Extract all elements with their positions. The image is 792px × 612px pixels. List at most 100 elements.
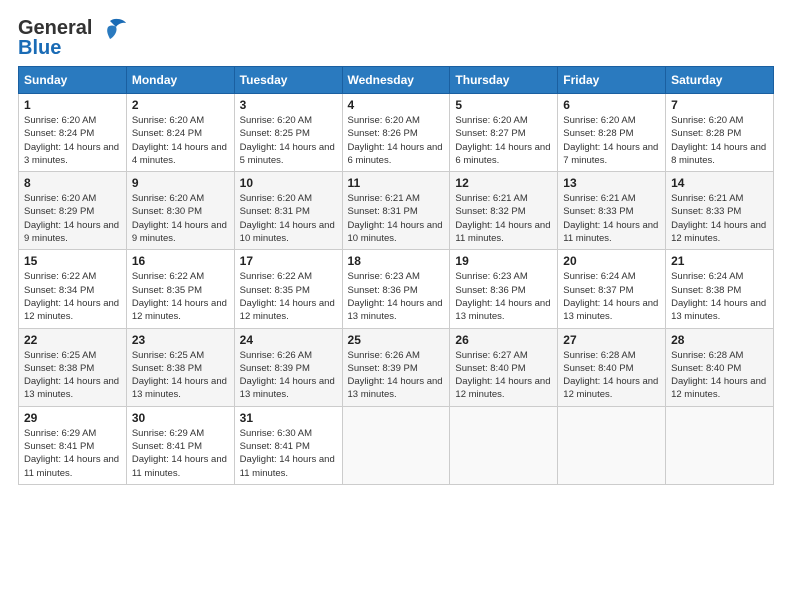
logo-general: General: [18, 17, 92, 39]
day-number: 18: [348, 254, 445, 268]
sunset-text: Sunset: 8:40 PM: [455, 362, 552, 375]
sunrise-text: Sunrise: 6:29 AM: [132, 427, 229, 440]
sunset-text: Sunset: 8:35 PM: [240, 284, 337, 297]
daylight-text: Daylight: 14 hours and 8 minutes.: [671, 141, 768, 168]
sunset-text: Sunset: 8:25 PM: [240, 127, 337, 140]
day-number: 8: [24, 176, 121, 190]
day-info: Sunrise: 6:28 AMSunset: 8:40 PMDaylight:…: [671, 349, 768, 402]
calendar-cell: 30Sunrise: 6:29 AMSunset: 8:41 PMDayligh…: [126, 406, 234, 484]
day-number: 25: [348, 333, 445, 347]
day-info: Sunrise: 6:29 AMSunset: 8:41 PMDaylight:…: [24, 427, 121, 480]
day-info: Sunrise: 6:29 AMSunset: 8:41 PMDaylight:…: [132, 427, 229, 480]
calendar-week-5: 29 Sunrise: 6:29 AMSunset: 8:41 PMDayligh…: [19, 406, 774, 484]
day-info: Sunrise: 6:26 AMSunset: 8:39 PMDaylight:…: [240, 349, 337, 402]
sunrise-text: Sunrise: 6:20 AM: [24, 192, 121, 205]
day-number: 20: [563, 254, 660, 268]
daylight-text: Daylight: 14 hours and 5 minutes.: [240, 141, 337, 168]
calendar-cell: 20 Sunrise: 6:24 AMSunset: 8:37 PMDayligh…: [558, 250, 666, 328]
sunset-text: Sunset: 8:24 PM: [132, 127, 229, 140]
day-info: Sunrise: 6:22 AMSunset: 8:35 PMDaylight:…: [132, 270, 229, 323]
day-info: Sunrise: 6:20 AMSunset: 8:29 PMDaylight:…: [24, 192, 121, 245]
logo: General Blue: [18, 18, 126, 58]
daylight-text: Daylight: 14 hours and 13 minutes.: [671, 297, 768, 324]
day-info: Sunrise: 6:21 AMSunset: 8:33 PMDaylight:…: [563, 192, 660, 245]
day-info: Sunrise: 6:25 AMSunset: 8:38 PMDaylight:…: [24, 349, 121, 402]
daylight-text: Daylight: 14 hours and 12 minutes.: [132, 297, 229, 324]
day-number: 12: [455, 176, 552, 190]
calendar-body: 1Sunrise: 6:20 AMSunset: 8:24 PMDaylight…: [19, 94, 774, 485]
calendar-cell: 16 Sunrise: 6:22 AMSunset: 8:35 PMDayligh…: [126, 250, 234, 328]
logo-blue: Blue: [18, 37, 61, 59]
calendar-cell: 14Sunrise: 6:21 AMSunset: 8:33 PMDayligh…: [666, 172, 774, 250]
sunrise-text: Sunrise: 6:21 AM: [563, 192, 660, 205]
day-number: 11: [348, 176, 445, 190]
calendar-cell: 26Sunrise: 6:27 AMSunset: 8:40 PMDayligh…: [450, 328, 558, 406]
sunrise-text: Sunrise: 6:20 AM: [455, 114, 552, 127]
daylight-text: Daylight: 14 hours and 11 minutes.: [455, 219, 552, 246]
sunset-text: Sunset: 8:33 PM: [563, 205, 660, 218]
sunset-text: Sunset: 8:28 PM: [671, 127, 768, 140]
day-info: Sunrise: 6:21 AMSunset: 8:33 PMDaylight:…: [671, 192, 768, 245]
sunset-text: Sunset: 8:33 PM: [671, 205, 768, 218]
day-number: 3: [240, 98, 337, 112]
day-number: 16: [132, 254, 229, 268]
daylight-text: Daylight: 14 hours and 12 minutes.: [455, 375, 552, 402]
calendar-cell: 29 Sunrise: 6:29 AMSunset: 8:41 PMDayligh…: [19, 406, 127, 484]
sunset-text: Sunset: 8:39 PM: [348, 362, 445, 375]
weekday-header-tuesday: Tuesday: [234, 67, 342, 94]
daylight-text: Daylight: 14 hours and 12 minutes.: [24, 297, 121, 324]
calendar-week-3: 15 Sunrise: 6:22 AMSunset: 8:34 PMDayligh…: [19, 250, 774, 328]
daylight-text: Daylight: 14 hours and 13 minutes.: [24, 375, 121, 402]
calendar-cell: 6Sunrise: 6:20 AMSunset: 8:28 PMDaylight…: [558, 94, 666, 172]
day-number: 1: [24, 98, 121, 112]
calendar-cell: 10Sunrise: 6:20 AMSunset: 8:31 PMDayligh…: [234, 172, 342, 250]
day-number: 19: [455, 254, 552, 268]
calendar-cell: 27Sunrise: 6:28 AMSunset: 8:40 PMDayligh…: [558, 328, 666, 406]
daylight-text: Daylight: 14 hours and 13 minutes.: [348, 375, 445, 402]
day-number: 29: [24, 411, 121, 425]
day-info: Sunrise: 6:24 AMSunset: 8:37 PMDaylight:…: [563, 270, 660, 323]
calendar-cell: [666, 406, 774, 484]
sunset-text: Sunset: 8:26 PM: [348, 127, 445, 140]
day-number: 17: [240, 254, 337, 268]
day-number: 5: [455, 98, 552, 112]
daylight-text: Daylight: 14 hours and 11 minutes.: [240, 453, 337, 480]
sunrise-text: Sunrise: 6:21 AM: [348, 192, 445, 205]
sunrise-text: Sunrise: 6:22 AM: [240, 270, 337, 283]
day-number: 22: [24, 333, 121, 347]
sunset-text: Sunset: 8:29 PM: [24, 205, 121, 218]
day-info: Sunrise: 6:20 AMSunset: 8:24 PMDaylight:…: [24, 114, 121, 167]
day-info: Sunrise: 6:24 AMSunset: 8:38 PMDaylight:…: [671, 270, 768, 323]
day-info: Sunrise: 6:20 AMSunset: 8:25 PMDaylight:…: [240, 114, 337, 167]
calendar-cell: 11Sunrise: 6:21 AMSunset: 8:31 PMDayligh…: [342, 172, 450, 250]
day-info: Sunrise: 6:20 AMSunset: 8:27 PMDaylight:…: [455, 114, 552, 167]
day-info: Sunrise: 6:22 AMSunset: 8:35 PMDaylight:…: [240, 270, 337, 323]
calendar-table: SundayMondayTuesdayWednesdayThursdayFrid…: [18, 66, 774, 485]
logo-bird-icon: [94, 17, 126, 45]
day-info: Sunrise: 6:22 AMSunset: 8:34 PMDaylight:…: [24, 270, 121, 323]
day-number: 4: [348, 98, 445, 112]
sunrise-text: Sunrise: 6:20 AM: [563, 114, 660, 127]
sunrise-text: Sunrise: 6:20 AM: [240, 114, 337, 127]
daylight-text: Daylight: 14 hours and 3 minutes.: [24, 141, 121, 168]
day-info: Sunrise: 6:20 AMSunset: 8:28 PMDaylight:…: [563, 114, 660, 167]
sunrise-text: Sunrise: 6:24 AM: [563, 270, 660, 283]
daylight-text: Daylight: 14 hours and 9 minutes.: [132, 219, 229, 246]
daylight-text: Daylight: 14 hours and 12 minutes.: [563, 375, 660, 402]
sunrise-text: Sunrise: 6:20 AM: [348, 114, 445, 127]
calendar-cell: 8 Sunrise: 6:20 AMSunset: 8:29 PMDaylight…: [19, 172, 127, 250]
day-number: 27: [563, 333, 660, 347]
page: General Blue SundayMondayTuesdayWednesda…: [0, 0, 792, 612]
day-number: 15: [24, 254, 121, 268]
day-number: 21: [671, 254, 768, 268]
day-number: 10: [240, 176, 337, 190]
sunset-text: Sunset: 8:38 PM: [24, 362, 121, 375]
day-info: Sunrise: 6:21 AMSunset: 8:32 PMDaylight:…: [455, 192, 552, 245]
daylight-text: Daylight: 14 hours and 13 minutes.: [132, 375, 229, 402]
sunrise-text: Sunrise: 6:25 AM: [132, 349, 229, 362]
sunrise-text: Sunrise: 6:27 AM: [455, 349, 552, 362]
sunset-text: Sunset: 8:36 PM: [455, 284, 552, 297]
daylight-text: Daylight: 14 hours and 10 minutes.: [348, 219, 445, 246]
daylight-text: Daylight: 14 hours and 12 minutes.: [671, 375, 768, 402]
calendar-cell: 31Sunrise: 6:30 AMSunset: 8:41 PMDayligh…: [234, 406, 342, 484]
